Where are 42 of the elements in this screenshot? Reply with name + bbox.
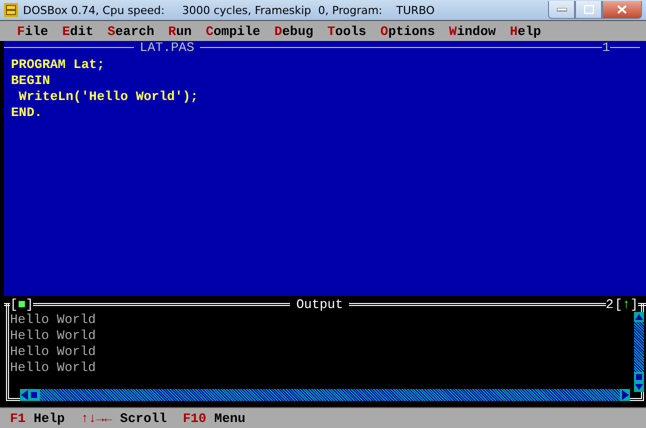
code-line: END. (11, 105, 42, 121)
scroll-left-icon[interactable] (20, 389, 40, 401)
maximize-icon (584, 5, 594, 14)
shortcut-label[interactable]: Menu (214, 410, 246, 426)
menu-item[interactable]: Search (100, 24, 162, 38)
code-line: BEGIN (11, 73, 50, 89)
menu-item[interactable]: File (10, 24, 56, 38)
app-logo-icon (4, 3, 18, 17)
window-title: DOSBox 0.74, Cpu speed: 3000 cycles, Frameskip 0, Program: TURBO (23, 4, 436, 16)
minimize-icon (556, 8, 566, 12)
zoom-box[interactable]: [↑] (614, 296, 638, 312)
output-line: Hello World (10, 360, 96, 376)
output-title: Output (295, 296, 344, 312)
menu-item[interactable]: Tools (320, 24, 374, 38)
close-icon (617, 5, 627, 14)
shortcut-label[interactable]: Help (34, 410, 65, 426)
code-line: PROGRAM Lat; (11, 57, 105, 73)
scroll-right-icon[interactable] (620, 389, 630, 401)
vertical-scrollbar[interactable] (634, 312, 644, 392)
output-line: Hello World (10, 344, 96, 360)
scroll-thumb-icon[interactable] (634, 372, 644, 382)
menu-item[interactable]: Debug (267, 24, 320, 38)
menu-item[interactable]: Window (442, 24, 503, 38)
output-line: Hello World (10, 312, 96, 328)
shortcut-label[interactable]: Scroll (120, 410, 167, 426)
editor-title: LAT.PAS (138, 40, 196, 54)
output-line: Hello World (10, 328, 96, 344)
close-box[interactable]: [■] (10, 296, 34, 312)
maximize-button[interactable] (575, 1, 602, 19)
window-number: 1 (602, 40, 610, 54)
minimize-button[interactable] (548, 1, 575, 19)
horizontal-scrollbar[interactable] (20, 389, 630, 401)
scroll-down-icon[interactable] (634, 382, 644, 392)
close-button[interactable] (602, 1, 642, 19)
menu-item[interactable]: Options (373, 24, 442, 38)
menu-item[interactable]: Help (502, 24, 548, 38)
scroll-up-icon[interactable] (634, 312, 644, 322)
window-number: 2 (606, 296, 614, 312)
menu-item[interactable]: Compile (198, 24, 268, 38)
menu-item[interactable]: Edit (55, 24, 100, 38)
menu-item[interactable]: Run (161, 24, 199, 38)
code-line: WriteLn('Hello World'); (18, 89, 198, 105)
